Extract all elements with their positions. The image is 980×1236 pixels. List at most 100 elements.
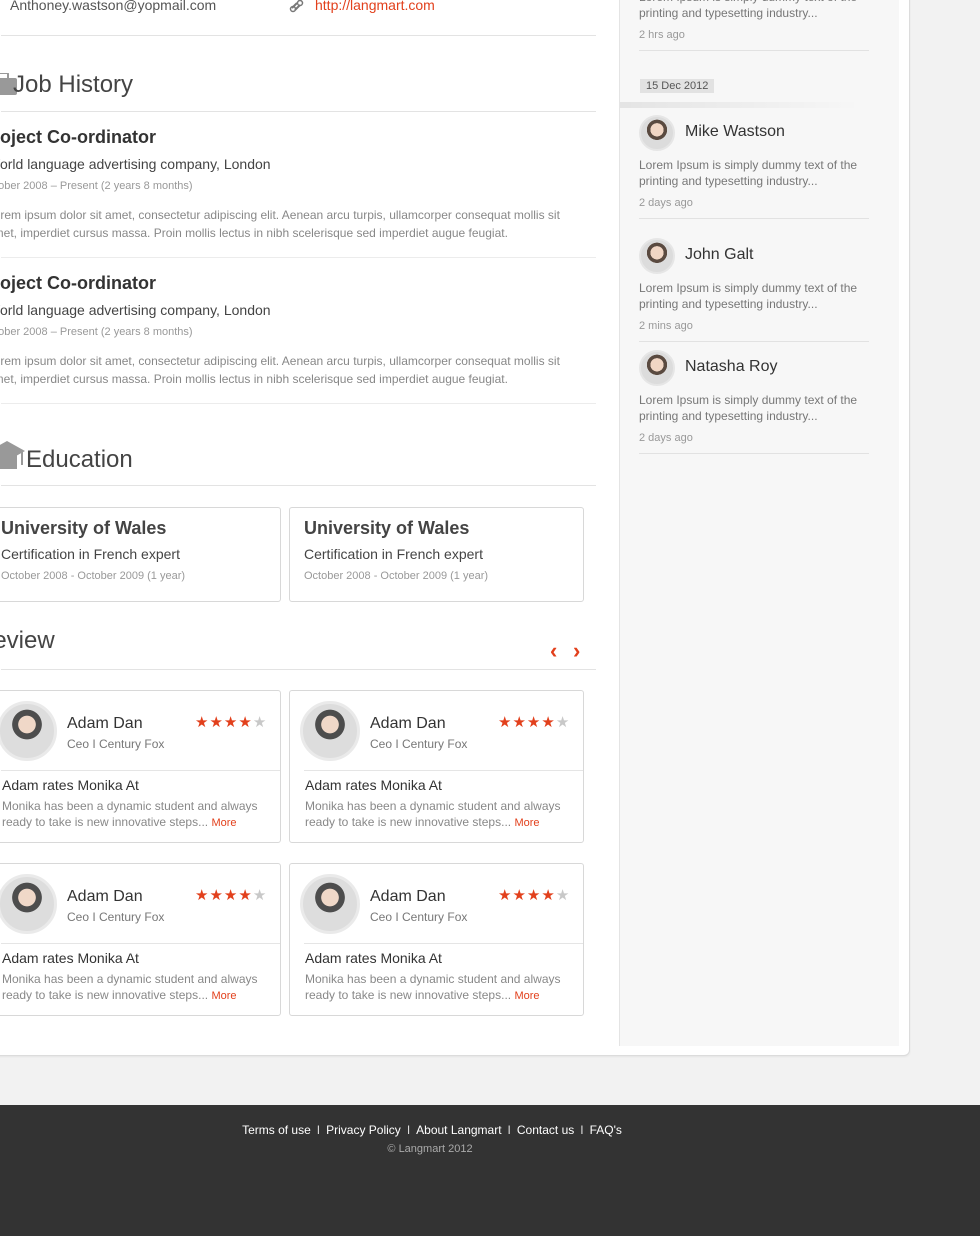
divider <box>1 669 596 670</box>
more-link[interactable]: More <box>211 990 236 1002</box>
divider <box>1 111 596 112</box>
reviewer-role: Ceo I Century Fox <box>370 910 468 924</box>
reviewer-name[interactable]: Adam Dan <box>370 715 446 733</box>
star-icon: ★ <box>541 714 556 731</box>
review-headline: Adam rates Monika At <box>305 950 442 966</box>
job-history-title: Job History <box>13 71 134 98</box>
star-icon: ★ <box>498 714 513 731</box>
reviewer-role: Ceo I Century Fox <box>67 910 165 924</box>
next-arrow-icon[interactable]: › <box>573 640 580 662</box>
review-card: Adam Dan Ceo I Century Fox ★★★★★ Adam rates… <box>289 690 584 843</box>
avatar <box>0 874 57 934</box>
education-university: University of Wales <box>304 518 470 538</box>
review-title: Review <box>0 627 55 654</box>
reviewer-name[interactable]: Adam Dan <box>67 715 143 733</box>
education-card: University of Wales Certification in Fre… <box>0 507 281 602</box>
activity-user-name[interactable]: Natasha Roy <box>685 358 778 376</box>
education-university: University of Wales <box>1 518 167 538</box>
review-text: Monika has been a dynamic student and al… <box>2 971 277 1004</box>
activity-time: 2 days ago <box>639 432 693 444</box>
date-badge: 15 Dec 2012 <box>640 79 715 93</box>
reviewer-name[interactable]: Adam Dan <box>67 888 143 906</box>
website-link[interactable]: http://langmart.com <box>315 0 435 13</box>
divider <box>620 102 860 108</box>
star-icon: ★ <box>238 714 253 731</box>
prev-arrow-icon[interactable]: ‹ <box>550 640 557 662</box>
job-dates: October 2008 – Present (2 years 8 months… <box>0 180 193 192</box>
activity-text: Lorem Ipsum is simply dummy text of the … <box>639 393 858 423</box>
activity-user-name[interactable]: Mike Wastson <box>685 123 785 141</box>
activity-time: 2 hrs ago <box>639 29 685 41</box>
star-icon: ★ <box>209 714 224 731</box>
footer-link[interactable]: Privacy Policy <box>326 1123 401 1137</box>
link-separator: I <box>316 1123 321 1137</box>
review-card: Adam Dan Ceo I Century Fox ★★★★★ Adam rates… <box>0 863 281 1016</box>
star-rating: ★★★★★ <box>498 886 570 904</box>
reviewer-name[interactable]: Adam Dan <box>370 888 446 906</box>
avatar <box>300 701 360 761</box>
divider <box>304 770 583 771</box>
review-headline: Adam rates Monika At <box>305 777 442 793</box>
star-icon: ★ <box>195 714 210 731</box>
star-icon: ★ <box>498 887 513 904</box>
footer-link[interactable]: About Langmart <box>416 1123 501 1137</box>
activity-text: Lorem Ipsum is simply dummy text of the … <box>639 158 858 188</box>
more-link[interactable]: More <box>514 817 539 829</box>
education-dates: October 2008 - October 2009 (1 year) <box>304 570 489 582</box>
review-text: Monika has been a dynamic student and al… <box>305 971 580 1004</box>
activity-user-name[interactable]: John Galt <box>685 246 753 264</box>
link-icon <box>289 0 305 18</box>
review-card: Adam Dan Ceo I Century Fox ★★★★★ Adam rates… <box>0 690 281 843</box>
job-company: World language advertising company, Lond… <box>0 302 271 318</box>
review-card: Adam Dan Ceo I Century Fox ★★★★★ Adam rates… <box>289 863 584 1016</box>
avatar <box>639 238 675 274</box>
contact-email[interactable]: Anthoney.wastson@yopmail.com <box>10 0 216 13</box>
footer-link[interactable]: FAQ's <box>590 1123 622 1137</box>
activity-time: 2 days ago <box>639 197 693 209</box>
graduation-cap-icon <box>0 441 25 476</box>
star-icon: ★ <box>541 887 556 904</box>
copyright: © Langmart 2012 <box>387 1143 473 1155</box>
review-text: Monika has been a dynamic student and al… <box>2 798 277 831</box>
star-icon: ★ <box>526 714 542 731</box>
more-link[interactable]: More <box>211 817 236 829</box>
star-icon: ★ <box>223 714 239 731</box>
divider <box>1 943 280 944</box>
main-column: Anthoney.wastson@yopmail.com http://lang… <box>0 0 608 1055</box>
activity-text: Lorem Ipsum is simply dummy text of the … <box>639 0 857 20</box>
star-icon: ★ <box>252 714 268 731</box>
job-title: Project Co-ordinator <box>0 273 157 293</box>
job-company: World language advertising company, Lond… <box>0 156 271 172</box>
footer-links: Terms of use I Privacy Policy I About Langma… <box>0 1123 864 1137</box>
star-rating: ★★★★★ <box>195 886 267 904</box>
footer: Terms of use I Privacy Policy I About Langma… <box>0 1105 980 1236</box>
job-description: Lorem ipsum dolor sit amet, consectetur … <box>0 354 560 386</box>
footer-link[interactable]: Terms of use <box>242 1123 311 1137</box>
job-title: Project Co-ordinator <box>0 127 157 147</box>
review-headline: Adam rates Monika At <box>2 950 139 966</box>
star-icon: ★ <box>195 887 210 904</box>
divider <box>1 403 596 404</box>
divider <box>1 770 280 771</box>
avatar <box>300 874 360 934</box>
star-icon: ★ <box>512 714 527 731</box>
divider <box>1 257 596 258</box>
footer-link[interactable]: Contact us <box>517 1123 574 1137</box>
more-link[interactable]: More <box>514 990 539 1002</box>
reviewer-role: Ceo I Century Fox <box>67 737 165 751</box>
education-card: University of Wales Certification in Fre… <box>289 507 584 602</box>
link-separator: I <box>507 1123 511 1137</box>
divider <box>639 341 869 342</box>
profile-card: Anthoney.wastson@yopmail.com http://lang… <box>0 0 910 1056</box>
avatar <box>0 701 57 761</box>
divider <box>304 943 583 944</box>
job-dates: October 2008 – Present (2 years 8 months… <box>0 326 193 338</box>
divider <box>1 35 596 36</box>
job-description: Lorem ipsum dolor sit amet, consectetur … <box>0 208 560 240</box>
star-icon: ★ <box>526 887 542 904</box>
reviewer-role: Ceo I Century Fox <box>370 737 468 751</box>
education-certification: Certification in French expert <box>1 546 180 562</box>
avatar <box>639 115 675 151</box>
review-headline: Adam rates Monika At <box>2 777 139 793</box>
activity-text: Lorem Ipsum is simply dummy text of the … <box>639 281 858 311</box>
